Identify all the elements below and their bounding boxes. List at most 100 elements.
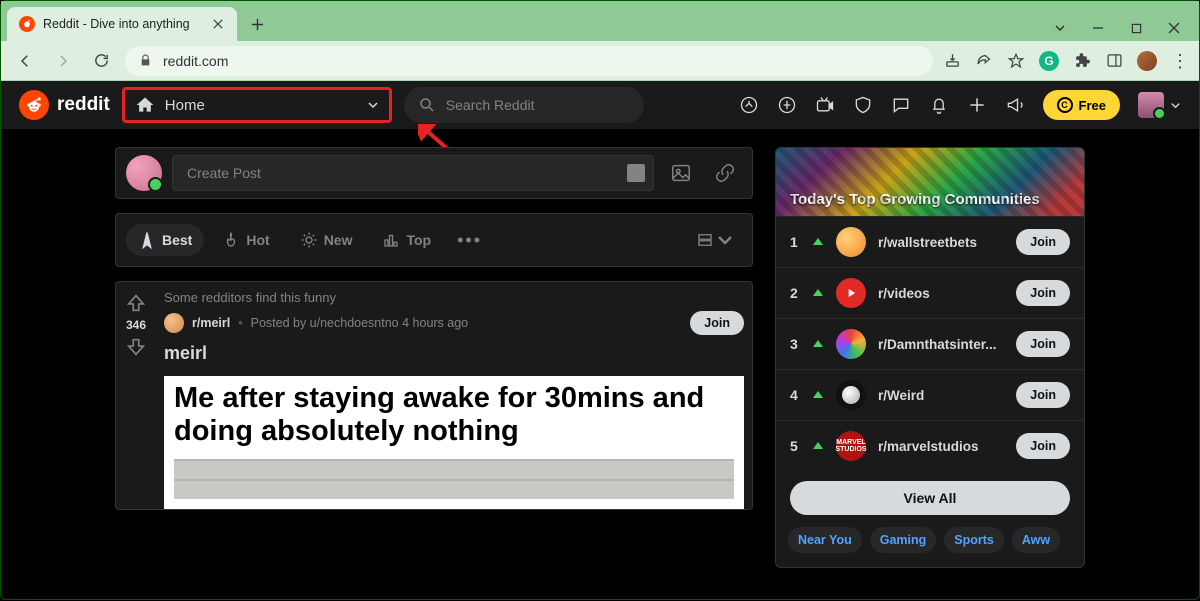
popular-icon[interactable] — [739, 95, 759, 115]
widget-title: Today's Top Growing Communities — [790, 191, 1040, 208]
community-icon — [836, 380, 866, 410]
chrome-menu-icon[interactable]: ⋮ — [1171, 52, 1189, 70]
community-icon — [836, 227, 866, 257]
search-icon — [418, 96, 436, 114]
image-post-icon[interactable] — [664, 156, 698, 190]
lock-icon — [139, 54, 153, 68]
posted-by[interactable]: Posted by u/nechdoesntno 4 hours ago — [251, 316, 469, 330]
join-button[interactable]: Join — [1016, 229, 1070, 255]
snoo-icon — [19, 90, 49, 120]
user-avatar[interactable] — [126, 155, 162, 191]
trend-up-icon — [812, 287, 824, 299]
extensions-icon[interactable] — [1073, 52, 1091, 70]
sort-new[interactable]: New — [288, 224, 365, 256]
view-all-button[interactable]: View All — [790, 481, 1070, 515]
community-icon: MARVELSTUDIOS — [836, 431, 866, 461]
subreddit-icon[interactable] — [164, 313, 184, 333]
notifications-icon[interactable] — [929, 95, 949, 115]
community-row[interactable]: 4 r/Weird Join — [776, 369, 1084, 420]
join-button[interactable]: Join — [1016, 280, 1070, 306]
community-icon — [836, 278, 866, 308]
top-communities-widget: Today's Top Growing Communities 1 r/wall… — [775, 147, 1085, 568]
browser-tab[interactable]: Reddit - Dive into anything — [7, 7, 237, 41]
trend-up-icon — [812, 389, 824, 401]
sort-best[interactable]: Best — [126, 224, 204, 256]
search-input[interactable]: Search Reddit — [404, 87, 644, 123]
community-icon — [836, 329, 866, 359]
meme-caption: Me after staying awake for 30mins and do… — [174, 382, 734, 449]
view-mode-toggle[interactable] — [688, 231, 742, 249]
post-title: meirl — [164, 343, 744, 364]
chat-icon[interactable] — [891, 95, 911, 115]
home-icon — [135, 95, 155, 115]
window-controls — [1053, 21, 1199, 41]
browser-tab-title: Reddit - Dive into anything — [43, 17, 190, 31]
community-row[interactable]: 3 r/Damnthatsinter... Join — [776, 318, 1084, 369]
nav-dropdown[interactable]: Home — [122, 87, 392, 123]
nav-dropdown-label: Home — [165, 97, 205, 114]
trend-up-icon — [812, 440, 824, 452]
join-button[interactable]: Join — [1016, 331, 1070, 357]
search-placeholder: Search Reddit — [446, 97, 535, 113]
back-button[interactable] — [11, 47, 39, 75]
trend-up-icon — [812, 236, 824, 248]
downvote-icon[interactable] — [125, 336, 147, 358]
browser-address-bar: reddit.com G ⋮ — [1, 41, 1199, 81]
bookmark-star-icon[interactable] — [1007, 52, 1025, 70]
maximize-icon[interactable] — [1129, 21, 1143, 35]
upvote-icon[interactable] — [125, 292, 147, 314]
chevron-down-icon[interactable] — [1053, 21, 1067, 35]
chip[interactable]: Gaming — [870, 527, 937, 553]
grammarly-icon[interactable]: G — [1039, 51, 1059, 71]
keyboard-icon — [627, 164, 645, 182]
post-image[interactable]: Me after staying awake for 30mins and do… — [164, 376, 744, 509]
subreddit-link[interactable]: r/meirl — [192, 316, 230, 330]
minimize-icon[interactable] — [1091, 21, 1105, 35]
chip[interactable]: Aww — [1012, 527, 1060, 553]
new-tab-button[interactable] — [243, 10, 271, 38]
coin-c-icon: C — [1057, 97, 1073, 113]
widget-banner: Today's Top Growing Communities — [776, 148, 1084, 216]
url-field[interactable]: reddit.com — [125, 46, 933, 76]
advertise-icon[interactable] — [1005, 95, 1025, 115]
sidepanel-icon[interactable] — [1105, 52, 1123, 70]
create-post-icon[interactable] — [967, 95, 987, 115]
close-window-icon[interactable] — [1167, 21, 1181, 35]
reddit-logo[interactable]: reddit — [19, 90, 110, 120]
chip[interactable]: Near You — [788, 527, 862, 553]
community-row[interactable]: 5 MARVELSTUDIOS r/marvelstudios Join — [776, 420, 1084, 471]
post-hint: Some redditors find this funny — [164, 290, 744, 305]
share-icon[interactable] — [975, 52, 993, 70]
reddit-wordmark: reddit — [57, 94, 110, 116]
join-button[interactable]: Join — [690, 311, 744, 335]
browser-titlebar: Reddit - Dive into anything — [1, 1, 1199, 41]
vote-column: 346 — [116, 282, 156, 509]
sort-hot[interactable]: Hot — [210, 224, 281, 256]
sort-more-icon[interactable]: ••• — [449, 230, 490, 251]
create-post-input[interactable]: Create Post — [172, 155, 654, 191]
join-button[interactable]: Join — [1016, 433, 1070, 459]
join-button[interactable]: Join — [1016, 382, 1070, 408]
live-icon[interactable] — [815, 95, 835, 115]
post-card[interactable]: 346 Some redditors find this funny r/mei… — [115, 281, 753, 510]
chip[interactable]: Sports — [944, 527, 1004, 553]
close-tab-icon[interactable] — [211, 17, 225, 31]
create-post-bar: Create Post — [115, 147, 753, 199]
trend-up-icon — [812, 338, 824, 350]
user-menu[interactable] — [1138, 92, 1181, 118]
link-post-icon[interactable] — [708, 156, 742, 190]
coins-icon[interactable] — [777, 95, 797, 115]
community-row[interactable]: 1 r/wallstreetbets Join — [776, 216, 1084, 267]
community-row[interactable]: 2 r/videos Join — [776, 267, 1084, 318]
reload-button[interactable] — [87, 47, 115, 75]
shield-icon[interactable] — [853, 95, 873, 115]
forward-button[interactable] — [49, 47, 77, 75]
sort-top[interactable]: Top — [370, 224, 443, 256]
reddit-header: reddit Home Search Reddit C Free — [1, 81, 1199, 129]
address-bar-actions: G ⋮ — [943, 51, 1189, 71]
chrome-profile-avatar[interactable] — [1137, 51, 1157, 71]
reddit-favicon-icon — [19, 16, 35, 32]
install-app-icon[interactable] — [943, 52, 961, 70]
post-meta: r/meirl • Posted by u/nechdoesntno 4 hou… — [164, 311, 744, 335]
free-button[interactable]: C Free — [1043, 90, 1120, 120]
